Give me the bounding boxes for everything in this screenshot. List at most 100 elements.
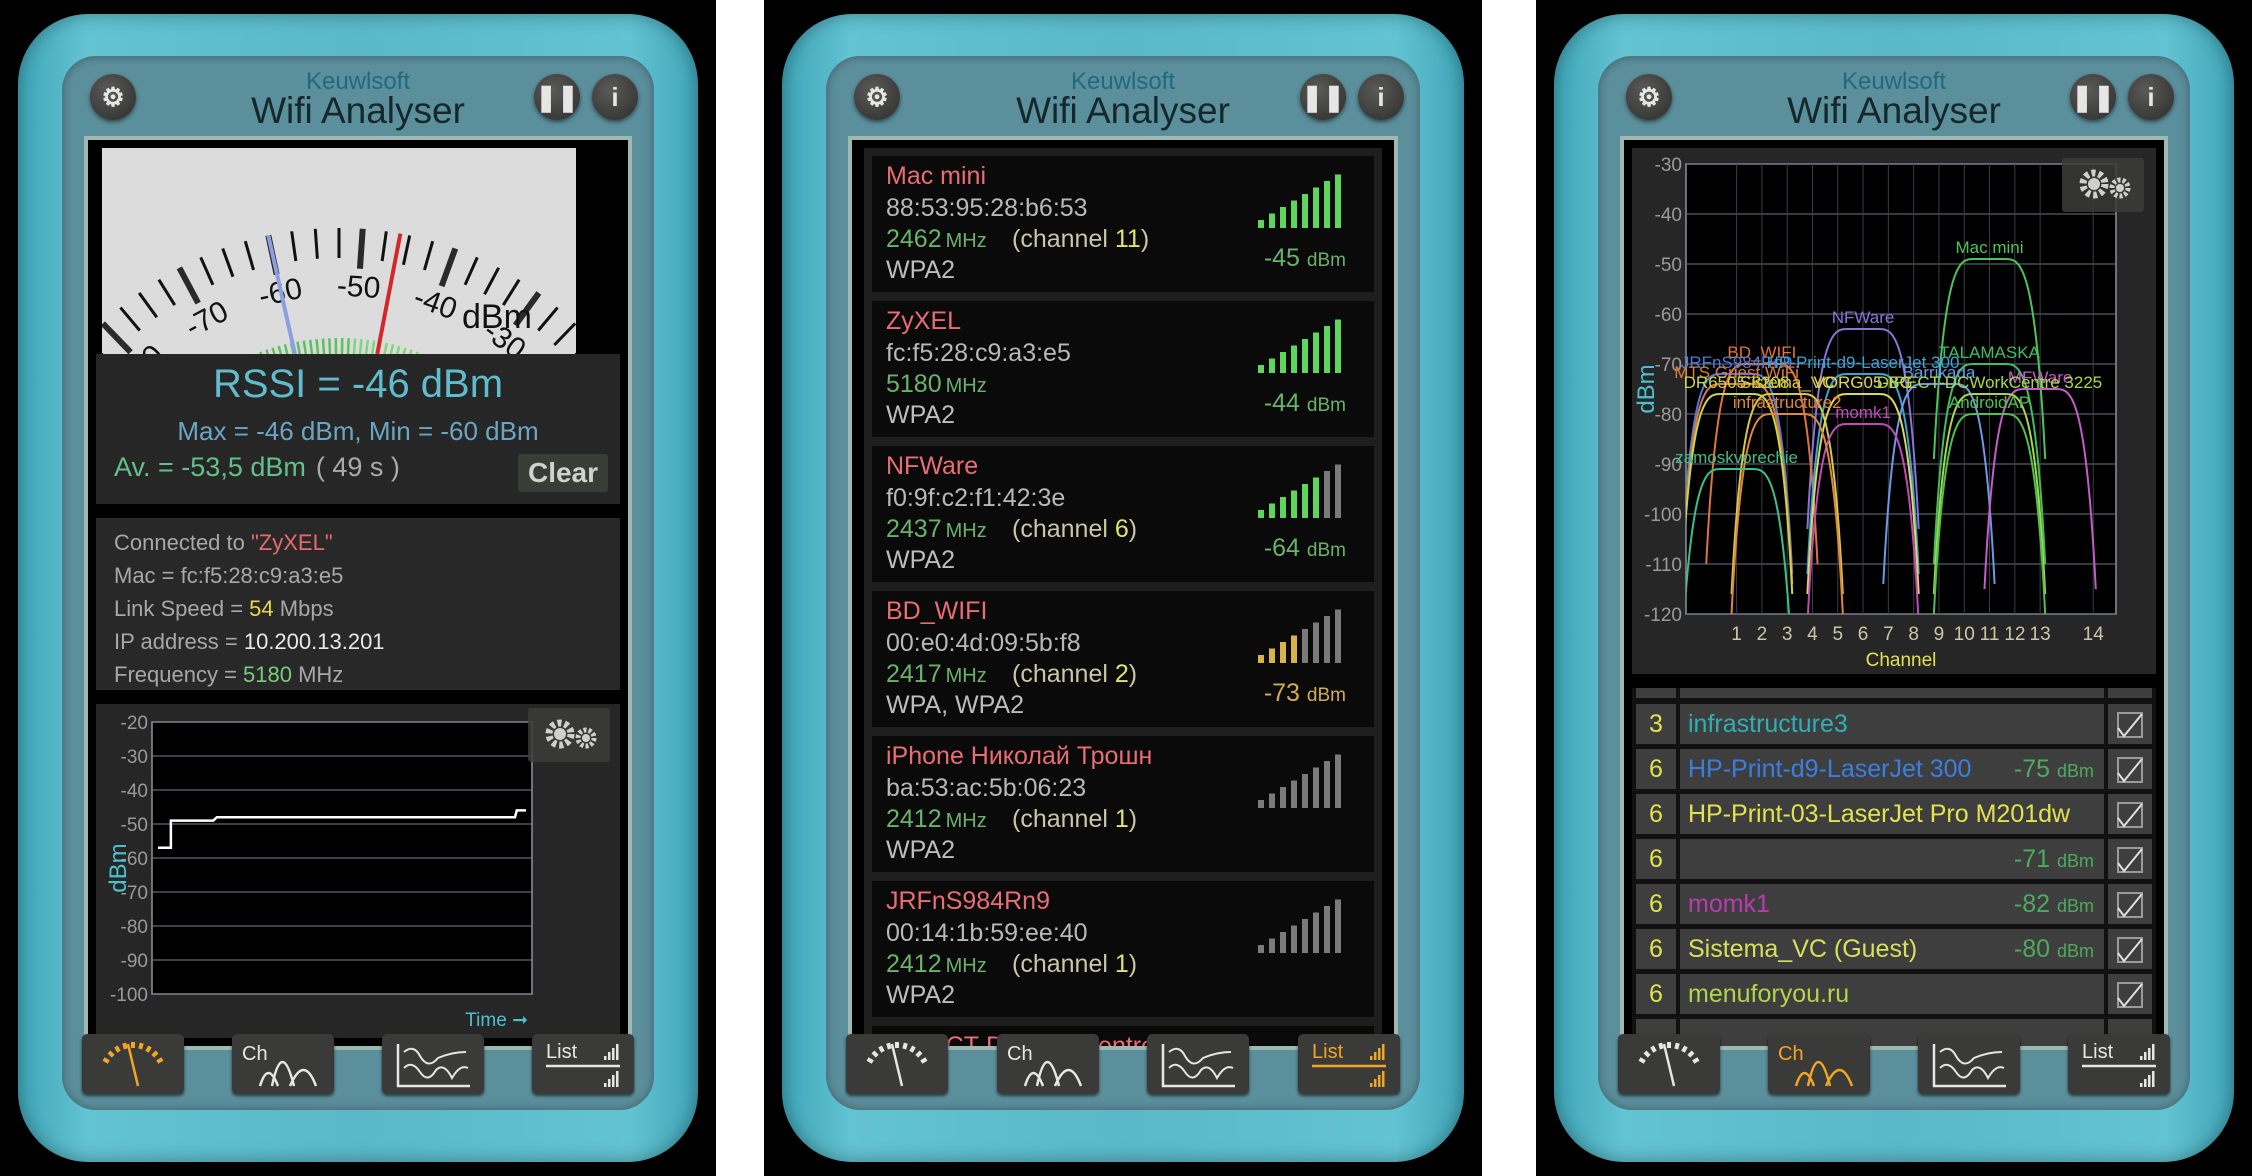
signal-bar — [1291, 925, 1297, 953]
tab-list[interactable]: List — [2068, 1034, 2170, 1094]
tab-channel[interactable]: Ch — [232, 1034, 334, 1094]
y-tick-label: -90 — [121, 951, 148, 972]
visibility-checkbox[interactable] — [2108, 794, 2152, 834]
pause-icon: ❚❚ — [1301, 81, 1345, 112]
x-tick-label: 10 — [1954, 624, 1975, 645]
tab-meter[interactable] — [1618, 1034, 1720, 1094]
channel-row-partial[interactable] — [1636, 688, 2152, 698]
gauge-tick — [568, 339, 593, 362]
check-mark-icon — [2117, 848, 2143, 873]
visibility-checkbox[interactable] — [2108, 884, 2152, 924]
chart-settings-button[interactable] — [2062, 158, 2144, 212]
x-tick-label: 9 — [1934, 624, 1945, 645]
channel-row[interactable]: 6 menuforyou.ru — [1636, 974, 2152, 1014]
chart-settings-button[interactable] — [528, 708, 610, 762]
channel-network-list[interactable]: 3 infrastructure3 6 HP-Print-d9-LaserJet… — [1632, 688, 2156, 1046]
meter-icon — [866, 1042, 928, 1087]
x-tick-label: 11 — [1980, 624, 2000, 645]
device-face: ⚙ Keuwlsoft Wifi Analyser ❚❚ i Mac mini … — [826, 56, 1420, 1110]
gauge-quality-segment — [296, 341, 303, 362]
network-frequency: 2437 MHz — [886, 515, 987, 543]
gauge-scale-label: -70 — [180, 295, 234, 344]
signal-bar — [1335, 899, 1341, 953]
tab-channel[interactable]: Ch — [996, 1034, 1099, 1094]
tab-meter[interactable] — [82, 1034, 184, 1094]
current-needle — [375, 233, 403, 355]
network-row[interactable]: ZyXEL fc:f5:28:c9:a3:e5 5180 MHz WPA2 -44… — [872, 301, 1374, 437]
info-button[interactable]: i — [1358, 74, 1404, 120]
network-curve-label: NFWare — [1832, 308, 1895, 327]
history-plot: -20-30-40-50-60-70-80-90-100dBmTime ➞ — [105, 713, 533, 1031]
device-face: ⚙ Keuwlsoft Wifi Analyser ❚❚ i -80-70-60… — [43, 56, 654, 1110]
network-security: WPA, WPA2 — [886, 691, 1024, 719]
network-row[interactable]: Mac mini 88:53:95:28:b6:53 2462 MHz (chan… — [872, 156, 1374, 292]
network-channel: (channel 1) — [1012, 805, 1138, 833]
y-tick-label: -50 — [1655, 255, 1682, 276]
signal-bar — [1324, 471, 1330, 518]
gauge-unit-label: dBm — [462, 298, 532, 336]
gauge-tick — [537, 306, 559, 332]
network-row[interactable]: iPhone Николай Трошн ba:53:ac:5b:06:23 2… — [872, 736, 1374, 872]
network-channel: (channel 11) — [1012, 225, 1150, 253]
network-frequency: 2412 MHz — [886, 805, 987, 833]
visibility-checkbox[interactable] — [2108, 929, 2152, 969]
tab-history[interactable] — [1918, 1034, 2020, 1094]
gauge-tick — [313, 228, 319, 259]
gauge-quality-segment — [387, 344, 395, 365]
channel-row[interactable]: 6 momk1 -82 dBm — [1636, 884, 2152, 924]
visibility-checkbox[interactable] — [2108, 839, 2152, 879]
visibility-checkbox[interactable] — [2108, 749, 2152, 789]
network-ssid: BD_WIFI — [886, 597, 988, 625]
gauge-tick — [100, 321, 133, 355]
channel-row[interactable]: 3 infrastructure3 — [1636, 704, 2152, 744]
info-button[interactable]: i — [592, 74, 638, 120]
signal-bar — [1269, 938, 1275, 953]
tab-list[interactable]: List — [1297, 1034, 1400, 1094]
tab-list-label: List — [1312, 1041, 1344, 1063]
clear-button[interactable]: Clear — [518, 454, 608, 492]
network-row[interactable]: JRFnS984Rn9 00:14:1b:59:ee:40 2412 MHz (c… — [872, 881, 1374, 1017]
network-row[interactable]: NFWare f0:9f:c2:f1:42:3e 2437 MHz (channe… — [872, 446, 1374, 582]
signal-bar — [1335, 174, 1341, 228]
x-tick-label: 2 — [1757, 624, 1768, 645]
network-list[interactable]: Mac mini 88:53:95:28:b6:53 2462 MHz (chan… — [864, 148, 1382, 1046]
tab-channel-label: Ch — [1007, 1043, 1033, 1065]
tab-list[interactable]: List — [532, 1034, 634, 1094]
network-level: -80 dBm — [2013, 935, 2094, 963]
signal-bar — [1269, 503, 1275, 518]
tab-channel[interactable]: Ch — [1768, 1034, 1870, 1094]
network-curve-label: infrastructure2 — [1733, 393, 1842, 412]
network-level: -73 dBm — [1263, 679, 1346, 707]
y-tick-label: -100 — [1644, 505, 1682, 526]
channel-row[interactable]: 6 HP-Print-03-LaserJet Pro M201dw — [1636, 794, 2152, 834]
pause-button[interactable]: ❚❚ — [534, 74, 580, 120]
signal-bar — [1258, 365, 1264, 373]
signal-bars-icon — [1258, 464, 1341, 518]
frequency: Frequency = 5180 MHz — [114, 662, 344, 687]
signal-bar — [1324, 616, 1330, 663]
device-frame: ⚙ Keuwlsoft Wifi Analyser ❚❚ i -30 -40 -50… — [1554, 14, 2234, 1162]
network-security: WPA2 — [886, 546, 955, 574]
link-speed: Link Speed = 54 Mbps — [114, 596, 334, 621]
gauge-tick — [401, 235, 412, 266]
tab-history[interactable] — [382, 1034, 484, 1094]
signal-bar — [1324, 906, 1330, 953]
visibility-checkbox[interactable] — [2108, 704, 2152, 744]
channel-row[interactable]: 6 HP-Print-d9-LaserJet 300 -75 dBm — [1636, 749, 2152, 789]
device-face: ⚙ Keuwlsoft Wifi Analyser ❚❚ i -30 -40 -50… — [1598, 56, 2190, 1110]
info-button[interactable]: i — [2128, 74, 2174, 120]
check-mark-icon — [2117, 803, 2143, 828]
gauge-quality-segment — [364, 339, 370, 360]
tab-history[interactable] — [1147, 1034, 1250, 1094]
y-tick-label: -100 — [110, 985, 148, 1006]
visibility-checkbox[interactable] — [2108, 974, 2152, 1014]
x-tick-label: 14 — [2083, 624, 2105, 645]
pause-button[interactable]: ❚❚ — [1300, 74, 1346, 120]
signal-bars-icon — [1258, 174, 1341, 228]
pause-button[interactable]: ❚❚ — [2070, 74, 2116, 120]
channel-row[interactable]: 6 Sistema_VC (Guest) -80 dBm — [1636, 929, 2152, 969]
check-mark-icon — [2117, 893, 2143, 918]
tab-meter[interactable] — [846, 1034, 948, 1094]
network-row[interactable]: BD_WIFI 00:e0:4d:09:5b:f8 2417 MHz (chann… — [872, 591, 1374, 727]
channel-row[interactable]: 6 -71 dBm — [1636, 839, 2152, 879]
